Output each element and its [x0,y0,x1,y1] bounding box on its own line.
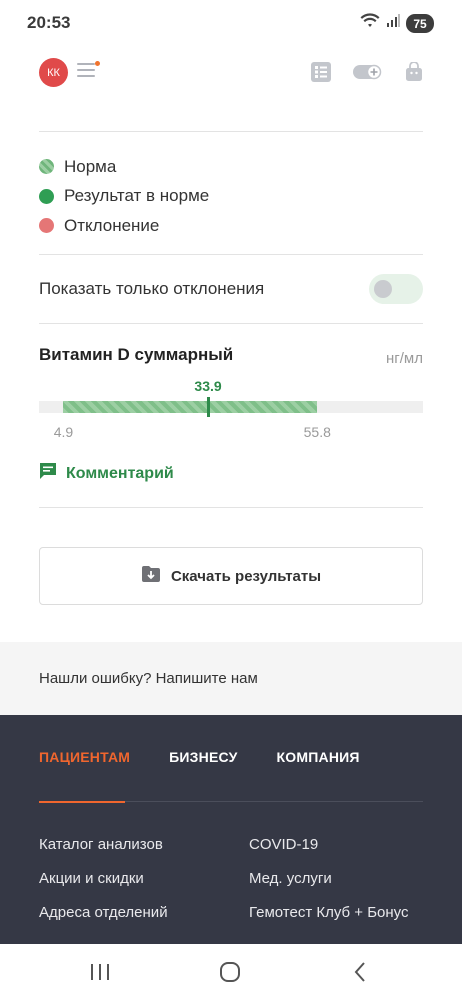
footer-link[interactable]: Акции и скидки [39,870,249,888]
deviation-swatch [39,218,54,234]
signal-icon [386,14,400,33]
comment-icon [39,462,57,485]
result-marker [207,397,211,417]
deviations-filter-row: Показать только отклонения [39,274,423,304]
footer-divider [125,801,423,802]
download-label: Скачать результаты [170,567,322,585]
footer-link[interactable]: Мед. услуги [249,870,442,888]
legend-item-norm: Норма [39,152,209,182]
footer-link[interactable]: Гемотест Клуб + Бонус [249,904,442,922]
comment-label: Комментарий [66,464,174,482]
footer-tab-patients[interactable]: ПАЦИЕНТАМ [39,749,130,765]
divider [39,131,423,132]
avatar[interactable]: КК [39,58,68,87]
footer-tab-company[interactable]: КОМПАНИЯ [277,749,360,765]
toggle-knob [374,280,392,298]
footer-tab-business[interactable]: БИЗНЕСУ [169,749,237,765]
list-icon[interactable] [311,62,331,87]
test-unit: нг/мл [386,350,423,367]
download-results-button[interactable]: Скачать результаты [39,547,423,605]
legend-label: Норма [64,156,117,176]
legend-label: Результат в норме [64,186,210,206]
legend-item-deviation: Отклонение [39,211,209,241]
legend-label: Отклонение [64,215,160,235]
feedback-section: Нашли ошибку? Напишите нам [0,642,462,715]
norm-swatch [39,159,54,175]
wifi-icon [360,13,380,34]
result-range-track [39,397,423,417]
recent-apps-icon[interactable] [86,958,114,986]
divider [39,254,423,255]
status-bar: 20:53 75 [0,0,462,46]
divider [39,507,423,508]
reference-range-bar [63,401,318,413]
footer-tabs: ПАЦИЕНТАМ БИЗНЕСУ КОМПАНИЯ [39,749,360,765]
legend: Норма Результат в норме Отклонение [39,152,209,241]
deviations-toggle[interactable] [369,274,423,304]
active-tab-indicator [39,801,125,803]
battery-indicator: 75 [406,14,434,33]
header-actions [311,61,423,87]
ok-swatch [39,188,54,204]
divider [39,323,423,324]
status-icons: 75 [360,13,434,34]
status-time: 20:53 [27,13,71,32]
result-value: 33.9 [194,378,222,394]
feedback-link[interactable]: Нашли ошибку? Напишите нам [39,670,258,687]
footer-link[interactable]: Адреса отделений [39,904,249,922]
footer-link[interactable]: COVID-19 [249,836,442,854]
test-title: Витамин D суммарный [39,345,234,364]
app-header: КК [39,54,423,90]
legend-item-ok: Результат в норме [39,182,209,212]
system-nav-bar [0,944,462,1000]
reference-max-label: 55.8 [303,424,331,440]
reference-min-label: 4.9 [53,424,74,440]
menu-icon[interactable] [77,61,100,81]
deviations-filter-label: Показать только отклонения [39,279,265,298]
download-icon [141,565,161,588]
site-footer: ПАЦИЕНТАМ БИЗНЕСУ КОМПАНИЯ Каталог анали… [0,715,462,945]
notification-dot [95,61,100,66]
footer-link[interactable]: Каталог анализов [39,836,249,854]
footer-links: Каталог анализов COVID-19 Акции и скидки… [39,836,442,922]
back-icon[interactable] [346,958,374,986]
home-icon[interactable] [216,958,244,986]
toggle-add-icon[interactable] [353,63,383,86]
bag-icon[interactable] [405,61,423,87]
comment-link[interactable]: Комментарий [39,462,174,485]
